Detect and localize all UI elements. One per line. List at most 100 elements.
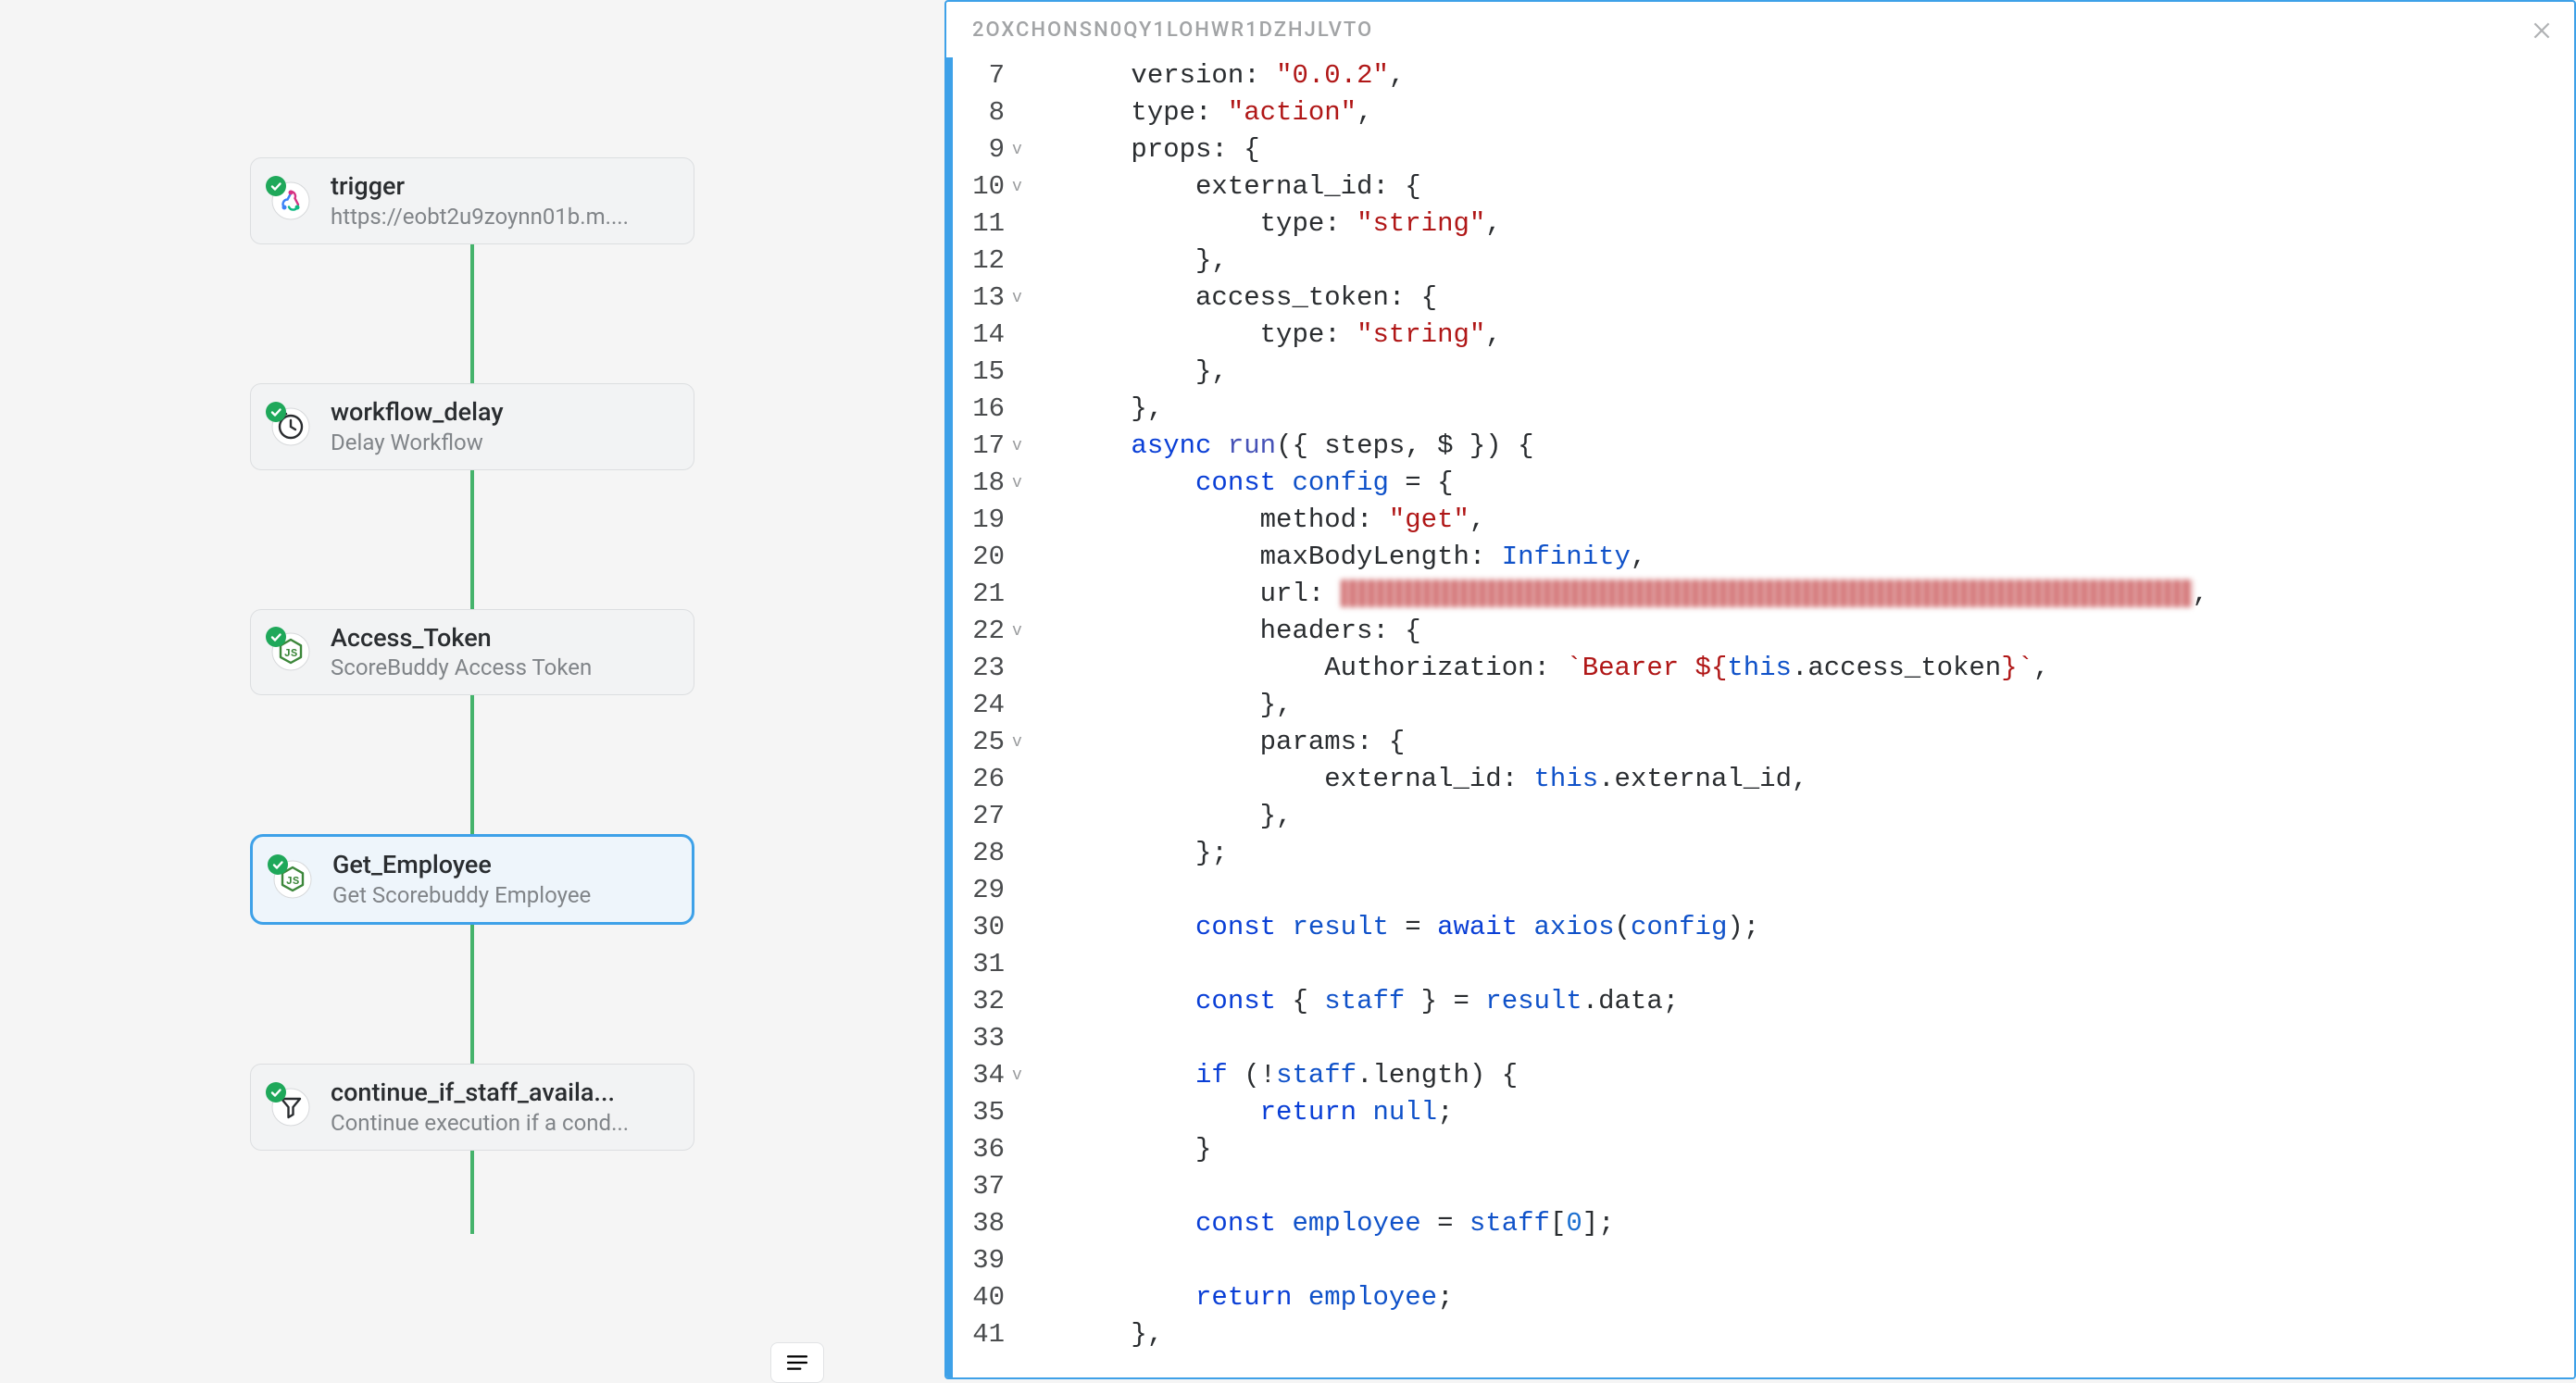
webhook-icon [271, 181, 310, 220]
fold-toggle-icon[interactable]: v [1010, 465, 1034, 502]
code-line[interactable]: const config = { [1034, 465, 2574, 502]
fold-spacer [1010, 1094, 1034, 1131]
line-number: 21 [953, 576, 1005, 613]
code-line[interactable]: const result = await axios(config); [1034, 909, 2574, 946]
code-line[interactable]: method: "get", [1034, 502, 2574, 539]
code-line[interactable]: }, [1034, 391, 2574, 428]
code-line[interactable] [1034, 1242, 2574, 1279]
code-line[interactable] [1034, 1020, 2574, 1057]
fold-toggle-icon[interactable]: v [1010, 613, 1034, 650]
workflow-step-continue_if_staff_availa...[interactable]: continue_if_staff_availa...Continue exec… [250, 1064, 694, 1151]
code-line[interactable]: return employee; [1034, 1279, 2574, 1316]
code-line[interactable]: }; [1034, 835, 2574, 872]
fold-spacer [1010, 1168, 1034, 1205]
code-line[interactable] [1034, 1168, 2574, 1205]
code-line[interactable]: headers: { [1034, 613, 2574, 650]
workflow-steps: triggerhttps://eobt2u9zoynn01b.m.... work… [250, 157, 694, 1234]
line-number: 11 [953, 206, 1005, 243]
code-line[interactable]: access_token: { [1034, 280, 2574, 317]
fold-toggle-icon[interactable]: v [1010, 131, 1034, 168]
code-area[interactable]: version: "0.0.2", type: "action", props:… [1034, 57, 2574, 1377]
fold-toggle-icon[interactable]: v [1010, 428, 1034, 465]
fold-toggle-icon[interactable]: v [1010, 724, 1034, 761]
line-number: 35 [953, 1094, 1005, 1131]
workflow-panel: triggerhttps://eobt2u9zoynn01b.m.... work… [0, 0, 944, 1379]
fold-toggle-icon[interactable]: v [1010, 280, 1034, 317]
code-line[interactable]: external_id: this.external_id, [1034, 761, 2574, 798]
code-line[interactable]: const { staff } = result.data; [1034, 983, 2574, 1020]
fold-spacer [1010, 1020, 1034, 1057]
line-number: 38 [953, 1205, 1005, 1242]
code-line[interactable]: type: "action", [1034, 94, 2574, 131]
step-title: Access_Token [331, 623, 673, 654]
code-line[interactable]: }, [1034, 354, 2574, 391]
code-line[interactable] [1034, 872, 2574, 909]
code-line[interactable]: }, [1034, 243, 2574, 280]
fold-gutter: vvvvvvvv [1010, 57, 1034, 1377]
success-badge-icon [266, 176, 286, 196]
line-number: 14 [953, 317, 1005, 354]
nodejs-icon [273, 860, 312, 899]
line-number: 13 [953, 280, 1005, 317]
line-number: 39 [953, 1242, 1005, 1279]
code-line[interactable]: type: "string", [1034, 206, 2574, 243]
workflow-step-workflow_delay[interactable]: workflow_delayDelay Workflow [250, 383, 694, 470]
line-number: 37 [953, 1168, 1005, 1205]
step-title: Get_Employee [332, 850, 671, 881]
code-line[interactable]: }, [1034, 1316, 2574, 1353]
success-badge-icon [268, 854, 288, 875]
line-number: 18 [953, 465, 1005, 502]
line-number: 36 [953, 1131, 1005, 1168]
code-line[interactable]: }, [1034, 687, 2574, 724]
code-editor[interactable]: 7891011121314151617181920212223242526272… [946, 57, 2574, 1377]
code-line[interactable]: version: "0.0.2", [1034, 57, 2574, 94]
code-line[interactable]: Authorization: `Bearer ${this.access_tok… [1034, 650, 2574, 687]
line-number: 12 [953, 243, 1005, 280]
line-number: 17 [953, 428, 1005, 465]
fold-spacer [1010, 1316, 1034, 1353]
code-line[interactable]: if (!staff.length) { [1034, 1057, 2574, 1094]
line-number: 25 [953, 724, 1005, 761]
line-number: 7 [953, 57, 1005, 94]
line-number: 16 [953, 391, 1005, 428]
fold-spacer [1010, 761, 1034, 798]
line-number: 30 [953, 909, 1005, 946]
code-line[interactable]: const employee = staff[0]; [1034, 1205, 2574, 1242]
code-line[interactable]: type: "string", [1034, 317, 2574, 354]
close-button[interactable] [2526, 15, 2557, 46]
notes-button[interactable] [770, 1342, 824, 1383]
code-line[interactable]: params: { [1034, 724, 2574, 761]
fold-spacer [1010, 872, 1034, 909]
fold-toggle-icon[interactable]: v [1010, 1057, 1034, 1094]
workflow-step-get_employee[interactable]: Get_EmployeeGet Scorebuddy Employee [250, 834, 694, 925]
code-line[interactable]: props: { [1034, 131, 2574, 168]
code-line[interactable]: }, [1034, 798, 2574, 835]
fold-spacer [1010, 835, 1034, 872]
connector [470, 470, 474, 609]
filter-icon [271, 1088, 310, 1127]
workflow-step-trigger[interactable]: triggerhttps://eobt2u9zoynn01b.m.... [250, 157, 694, 244]
fold-spacer [1010, 57, 1034, 94]
code-line[interactable]: return null; [1034, 1094, 2574, 1131]
fold-spacer [1010, 539, 1034, 576]
line-number: 41 [953, 1316, 1005, 1353]
code-line[interactable]: external_id: { [1034, 168, 2574, 206]
fold-toggle-icon[interactable]: v [1010, 168, 1034, 206]
step-subtitle: Delay Workflow [331, 429, 673, 456]
workflow-step-access_token[interactable]: Access_TokenScoreBuddy Access Token [250, 609, 694, 696]
code-panel: 2OXCHONSN0QY1LOHWR1DZHJLVTO 789101112131… [944, 0, 2576, 1379]
step-text: Access_TokenScoreBuddy Access Token [331, 623, 673, 682]
fold-spacer [1010, 1242, 1034, 1279]
code-line[interactable]: maxBodyLength: Infinity, [1034, 539, 2574, 576]
line-number: 9 [953, 131, 1005, 168]
fold-spacer [1010, 909, 1034, 946]
code-line[interactable]: async run({ steps, $ }) { [1034, 428, 2574, 465]
fold-spacer [1010, 317, 1034, 354]
code-line[interactable]: url: , [1034, 576, 2574, 613]
fold-spacer [1010, 687, 1034, 724]
code-line[interactable]: } [1034, 1131, 2574, 1168]
fold-spacer [1010, 798, 1034, 835]
fold-spacer [1010, 983, 1034, 1020]
code-line[interactable] [1034, 946, 2574, 983]
line-number: 32 [953, 983, 1005, 1020]
